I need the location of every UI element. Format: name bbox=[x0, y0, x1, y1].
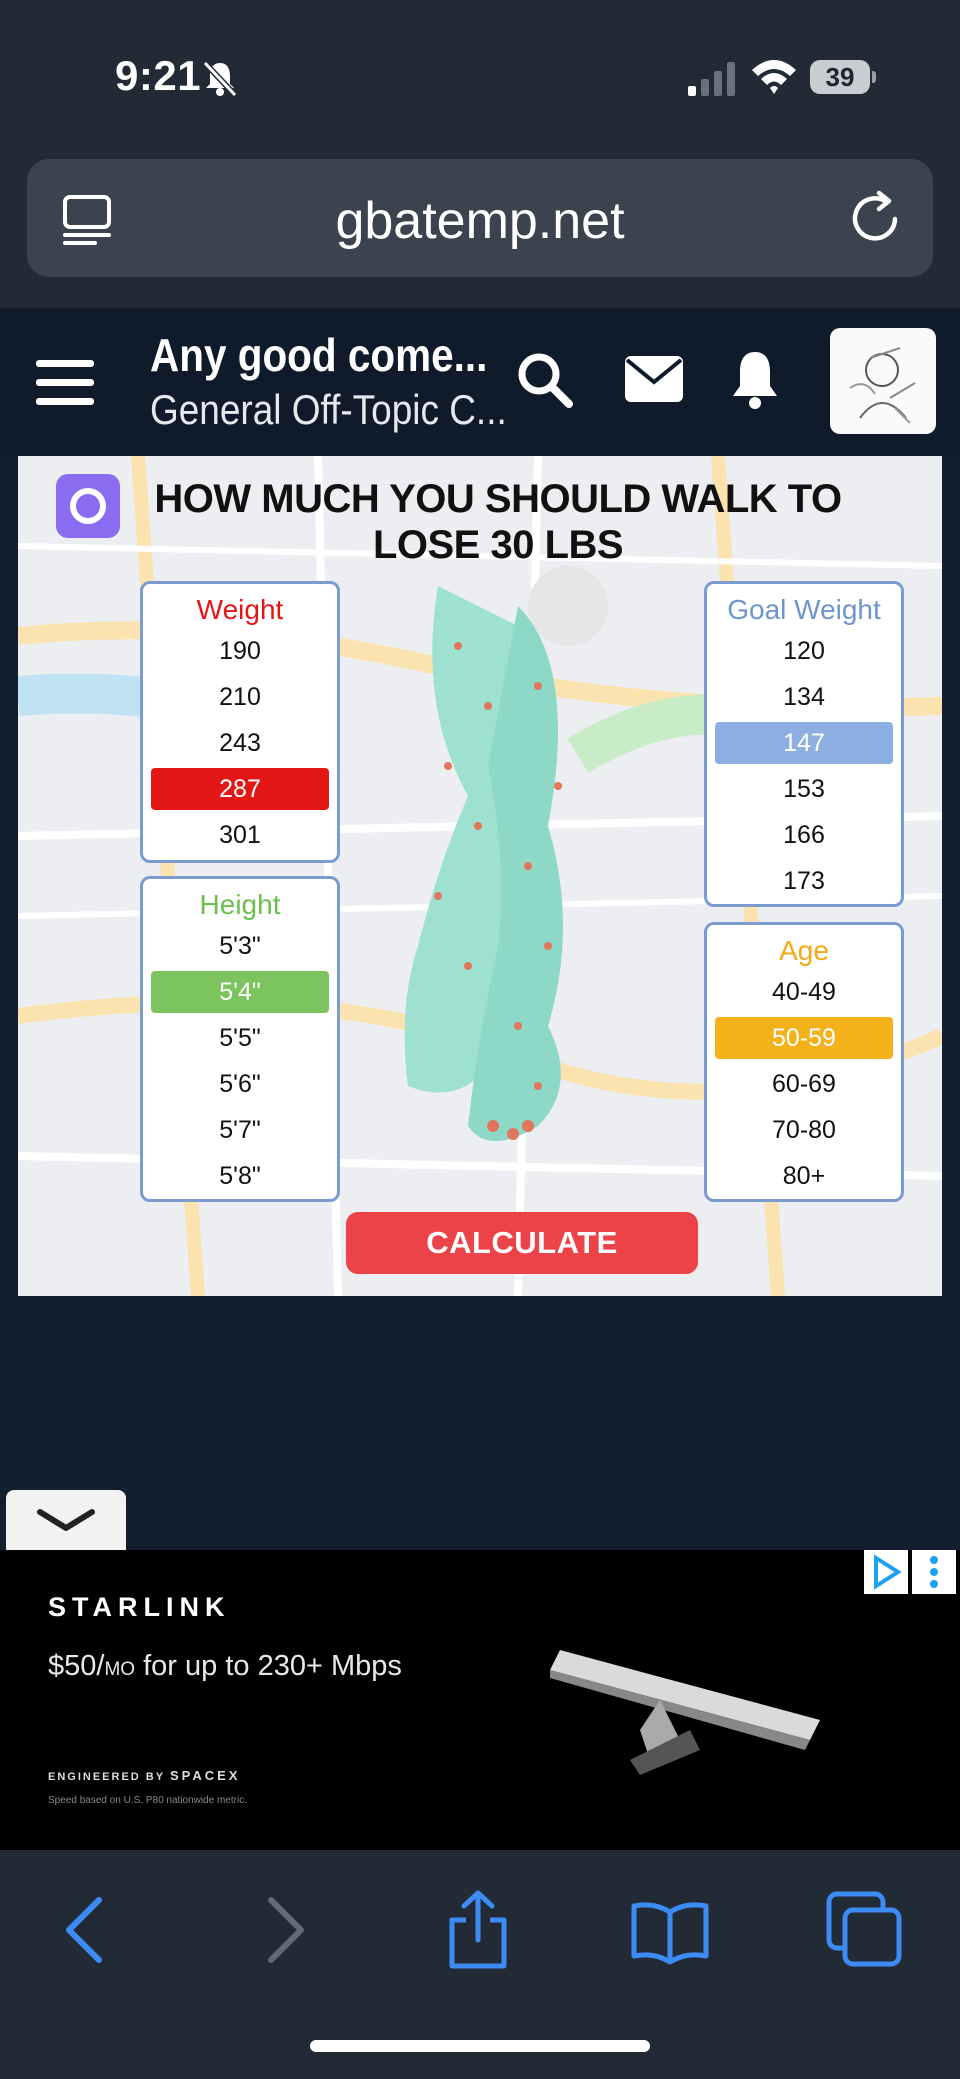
url-text[interactable]: gbatemp.net bbox=[27, 191, 933, 251]
ad-options-icon[interactable] bbox=[912, 1550, 956, 1594]
goal-weight-title: Goal Weight bbox=[727, 594, 881, 625]
height-option[interactable]: 5'8" bbox=[151, 1155, 329, 1197]
app-logo bbox=[56, 474, 120, 538]
height-panel: Height 5'3" 5'4" 5'5" 5'6" 5'7" 5'8" bbox=[140, 876, 340, 1202]
forward-icon[interactable] bbox=[245, 1890, 325, 1970]
silent-mode-icon bbox=[202, 60, 238, 98]
goal-weight-option[interactable]: 166 bbox=[715, 814, 893, 856]
weight-option-selected[interactable]: 287 bbox=[151, 768, 329, 810]
search-icon[interactable] bbox=[515, 350, 575, 410]
height-option-selected[interactable]: 5'4" bbox=[151, 971, 329, 1013]
user-avatar[interactable] bbox=[830, 328, 936, 434]
status-bar: 9:21 39 bbox=[0, 0, 960, 150]
back-icon[interactable] bbox=[45, 1890, 125, 1970]
ad-choices-icon[interactable] bbox=[864, 1550, 908, 1594]
age-option-selected[interactable]: 50-59 bbox=[715, 1017, 893, 1059]
spacex-wordmark: SPACEX bbox=[169, 1768, 241, 1783]
age-option[interactable]: 70-80 bbox=[715, 1109, 893, 1151]
age-panel: Age 40-49 50-59 60-69 70-80 80+ bbox=[704, 922, 904, 1202]
age-option[interactable]: 60-69 bbox=[715, 1063, 893, 1105]
goal-weight-option[interactable]: 153 bbox=[715, 768, 893, 810]
price-unit: MO bbox=[104, 1659, 136, 1680]
goal-weight-option[interactable]: 120 bbox=[715, 630, 893, 672]
notifications-bell-icon[interactable] bbox=[728, 348, 782, 410]
engineered-by-line: ENGINEERED BY SPACEX bbox=[48, 1768, 240, 1783]
wifi-icon bbox=[752, 60, 796, 94]
calculate-button[interactable]: CALCULATE bbox=[346, 1212, 698, 1274]
collapse-ad-button[interactable] bbox=[6, 1490, 126, 1550]
height-option[interactable]: 5'3" bbox=[151, 925, 329, 967]
ad-price: $50/MO for up to 230+ Mbps bbox=[48, 1650, 402, 1683]
height-title: Height bbox=[199, 889, 281, 920]
height-option[interactable]: 5'5" bbox=[151, 1017, 329, 1059]
age-option[interactable]: 80+ bbox=[715, 1155, 893, 1197]
price-amount: $50/ bbox=[48, 1650, 105, 1682]
weight-option[interactable]: 210 bbox=[151, 676, 329, 718]
height-option[interactable]: 5'6" bbox=[151, 1063, 329, 1105]
age-title: Age bbox=[779, 935, 829, 966]
goal-weight-panel: Goal Weight 120 134 147 153 166 173 bbox=[704, 581, 904, 907]
goal-weight-option-selected[interactable]: 147 bbox=[715, 722, 893, 764]
height-option[interactable]: 5'7" bbox=[151, 1109, 329, 1151]
battery-indicator: 39 bbox=[810, 60, 876, 96]
goal-weight-option[interactable]: 134 bbox=[715, 676, 893, 718]
forum-breadcrumb[interactable]: General Off-Topic C... bbox=[150, 386, 507, 434]
goal-weight-option[interactable]: 173 bbox=[715, 860, 893, 902]
bookmarks-icon[interactable] bbox=[630, 1890, 710, 1970]
ad-headline: HOW MUCH YOU SHOULD WALK TO LOSE 30 LBS bbox=[154, 477, 842, 567]
ad-choices[interactable] bbox=[864, 1550, 958, 1594]
reload-icon[interactable] bbox=[847, 189, 905, 247]
menu-icon[interactable] bbox=[36, 358, 94, 408]
weight-option[interactable]: 190 bbox=[151, 630, 329, 672]
browser-address-area: gbatemp.net bbox=[0, 150, 960, 308]
starlink-banner-ad[interactable]: STARLINK $50/MO for up to 230+ Mbps ENGI… bbox=[0, 1550, 960, 1850]
chevron-down-icon bbox=[37, 1509, 95, 1531]
engineered-by-label: ENGINEERED BY bbox=[48, 1771, 165, 1783]
satellite-dish-image bbox=[550, 1650, 820, 1775]
walking-calculator-ad[interactable]: HOW MUCH YOU SHOULD WALK TO LOSE 30 LBS … bbox=[18, 456, 942, 1296]
home-indicator[interactable] bbox=[310, 2040, 650, 2052]
weight-title: Weight bbox=[196, 594, 284, 625]
thread-title[interactable]: Any good come... bbox=[150, 328, 487, 382]
weight-panel: Weight 190 210 243 287 301 bbox=[140, 581, 340, 863]
ad-disclaimer: Speed based on U.S. P80 nationwide metri… bbox=[48, 1795, 248, 1806]
ad-brand: STARLINK bbox=[48, 1592, 231, 1622]
price-description: for up to 230+ Mbps bbox=[135, 1650, 402, 1682]
age-option[interactable]: 40-49 bbox=[715, 971, 893, 1013]
status-time: 9:21 bbox=[115, 52, 202, 99]
weight-option[interactable]: 301 bbox=[151, 814, 329, 856]
mail-icon[interactable] bbox=[625, 356, 683, 402]
cellular-signal-icon bbox=[688, 62, 735, 96]
site-header: Any good come... General Off-Topic C... bbox=[0, 308, 960, 456]
weight-option[interactable]: 243 bbox=[151, 722, 329, 764]
address-bar[interactable]: gbatemp.net bbox=[27, 159, 933, 277]
tabs-icon[interactable] bbox=[825, 1890, 905, 1970]
furry-legs-illustration bbox=[404, 566, 608, 1141]
battery-level: 39 bbox=[810, 60, 870, 94]
share-icon[interactable] bbox=[438, 1890, 518, 1970]
